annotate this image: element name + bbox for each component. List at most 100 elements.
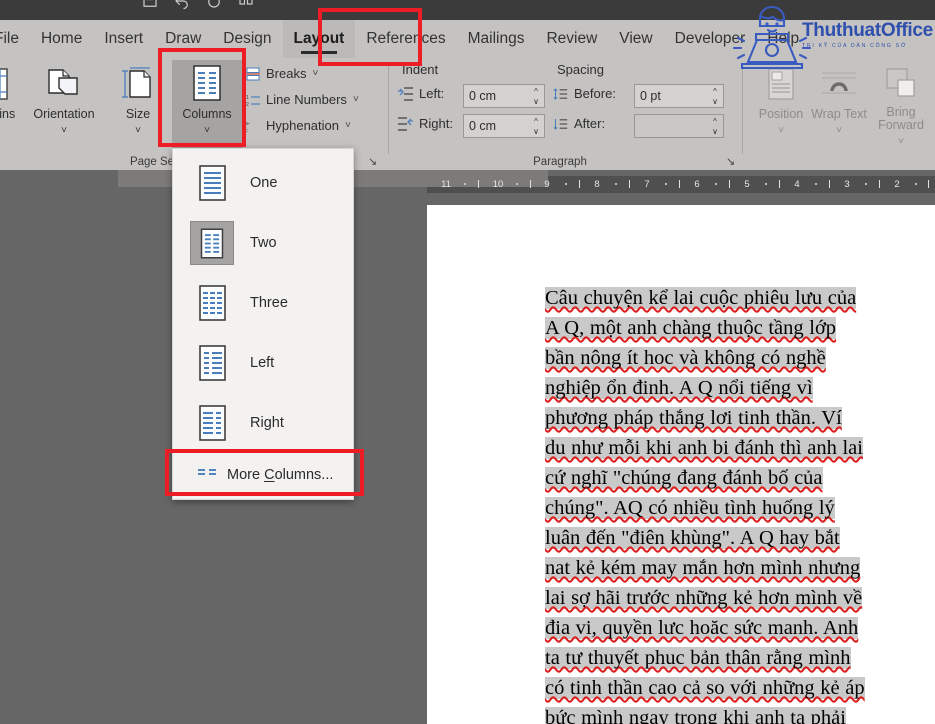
tab-view[interactable]: View [608, 20, 663, 58]
margins-button[interactable]: Margins ˅ [0, 62, 26, 148]
spacing-before-row: Before: [553, 86, 616, 101]
more-columns-label-before: More [227, 467, 265, 483]
columns-chevron-down-icon[interactable]: ˅ [204, 124, 210, 137]
group-paragraph: Indent Spacing Left: 0 cm ^ ∨ Right: 0 c… [390, 58, 740, 170]
tab-developer[interactable]: Developer [664, 20, 757, 58]
save-icon[interactable] [141, 0, 159, 10]
tab-insert[interactable]: Insert [93, 20, 154, 58]
spacing-before-input[interactable]: 0 pt ^ ∨ [634, 84, 724, 108]
columns-option-two-label: Two [250, 235, 277, 251]
columns-option-right[interactable]: Right [173, 393, 355, 453]
tab-review[interactable]: Review [535, 20, 608, 58]
tab-help[interactable]: Help [756, 20, 810, 58]
position-chevron-down-icon[interactable]: ˅ [778, 124, 784, 137]
columns-option-three[interactable]: Three [173, 273, 355, 333]
size-icon [120, 62, 156, 106]
tab-insert-label: Insert [104, 30, 144, 47]
redo-icon[interactable] [205, 0, 223, 10]
columns-option-one-label: One [250, 175, 278, 191]
ruler-tick [464, 183, 466, 185]
ruler-tick [915, 183, 917, 185]
document-line: đia vi, quyền lưc hoăc sức manh. Anh [545, 617, 859, 639]
ruler-tick [516, 183, 518, 185]
line-numbers-chevron-down-icon[interactable]: ˅ [353, 94, 359, 105]
ruler-tick [629, 180, 630, 188]
more-columns-label-after: olumns... [274, 467, 334, 483]
hyphenation-button[interactable]: a- c Hyphenation ˅ [245, 118, 351, 133]
document-line: luân đến "điên khùng". A Q hay bắt [545, 527, 840, 549]
size-button[interactable]: Size ˅ [105, 62, 171, 148]
bring-forward-button[interactable]: Bring Forward ˅ [866, 62, 935, 148]
line-numbers-icon: 1 2 [245, 92, 260, 107]
breaks-chevron-down-icon[interactable]: ˅ [312, 68, 318, 79]
hyphenation-chevron-down-icon[interactable]: ˅ [345, 120, 351, 131]
columns-option-two[interactable]: Two [173, 213, 355, 273]
columns-option-left-label: Left [250, 355, 275, 371]
indent-left-input[interactable]: 0 cm ^ ∨ [463, 84, 545, 108]
columns-button[interactable]: Columns ˅ [172, 60, 242, 152]
document-line: nghiệp ổn đinh. A Q nổi tiếng vì [545, 377, 813, 399]
document-page[interactable]: Câu chuyện kể lai cuộc phiêu lưu của A Q… [427, 205, 935, 724]
orientation-icon [44, 62, 84, 106]
indent-right-input[interactable]: 0 cm ^ ∨ [463, 114, 545, 138]
orientation-chevron-down-icon[interactable]: ˅ [61, 124, 67, 137]
tab-file[interactable]: File [0, 20, 30, 58]
columns-option-three-label: Three [250, 295, 288, 311]
paragraph-dialog-launcher[interactable]: ↘ [726, 155, 735, 168]
ruler-tick [928, 180, 929, 188]
wrap-text-button[interactable]: Wrap Text ˅ [806, 62, 872, 148]
spacing-header: Spacing [557, 62, 604, 77]
ruler-tick [715, 183, 717, 185]
spacing-before-value: 0 pt [640, 89, 661, 103]
tab-layout-label: Layout [293, 30, 345, 47]
position-button[interactable]: Position ˅ [748, 62, 814, 148]
breaks-label: Breaks [266, 66, 307, 81]
spacing-before-stepper[interactable]: ^ ∨ [710, 86, 720, 106]
document-line: chúng". AQ có nhiều tình huống lý [545, 497, 835, 519]
columns-dropdown-menu[interactable]: One Two Three Left Right More Columns... [172, 148, 355, 500]
ruler-tick [815, 183, 817, 185]
tab-draw[interactable]: Draw [154, 20, 212, 58]
spacing-after-stepper[interactable]: ^ ∨ [710, 116, 720, 136]
spacing-after-input[interactable]: ^ ∨ [634, 114, 724, 138]
margins-icon [0, 62, 11, 106]
ruler-tick [478, 180, 479, 188]
tab-references[interactable]: References [355, 20, 456, 58]
svg-text:c: c [245, 127, 248, 133]
horizontal-ruler[interactable]: 11 10 9 8 7 6 5 4 3 2 [0, 170, 935, 204]
customize-qat-icon[interactable] [237, 0, 255, 10]
document-line: có tinh thần cao cả so với những kẻ áp [545, 677, 865, 699]
line-numbers-button[interactable]: 1 2 Line Numbers ˅ [245, 92, 359, 107]
indent-left-label: Left: [419, 86, 445, 101]
tab-home[interactable]: Home [30, 20, 93, 58]
more-columns-menu-item[interactable]: More Columns... [173, 450, 355, 500]
ruler-tick [729, 180, 730, 188]
indent-right-stepper[interactable]: ^ ∨ [531, 116, 541, 136]
ruler-label-2: 2 [894, 179, 900, 190]
document-text-body[interactable]: Câu chuyện kể lai cuộc phiêu lưu của A Q… [545, 283, 917, 724]
more-columns-icon [197, 466, 217, 484]
document-line: A Q, một anh chàng thuộc tầng lớp [545, 317, 837, 339]
ruler-tick [829, 180, 830, 188]
wrap-text-chevron-down-icon[interactable]: ˅ [836, 124, 842, 137]
indent-left-stepper[interactable]: ^ ∨ [531, 86, 541, 106]
orientation-button[interactable]: Orientation ˅ [26, 62, 102, 148]
tab-layout[interactable]: Layout [282, 20, 356, 58]
tab-mailings[interactable]: Mailings [457, 20, 536, 58]
columns-option-left[interactable]: Left [173, 333, 355, 393]
quick-access-toolbar[interactable] [141, 0, 255, 10]
indent-left-icon [398, 86, 413, 101]
tab-references-label: References [366, 30, 446, 47]
tab-design[interactable]: Design [212, 20, 282, 58]
columns-option-one[interactable]: One [173, 153, 355, 213]
page-setup-dialog-launcher[interactable]: ↘ [368, 155, 377, 168]
indent-right-label: Right: [419, 116, 453, 131]
undo-icon[interactable] [173, 0, 191, 10]
bring-forward-chevron-down-icon[interactable]: ˅ [898, 135, 904, 148]
indent-left-row: Left: [398, 86, 444, 101]
column-one-icon-wrap [190, 161, 234, 205]
size-chevron-down-icon[interactable]: ˅ [135, 124, 141, 137]
breaks-button[interactable]: Breaks ˅ [245, 66, 318, 81]
ruler-tick [579, 180, 580, 188]
ruler-tick [530, 180, 531, 188]
